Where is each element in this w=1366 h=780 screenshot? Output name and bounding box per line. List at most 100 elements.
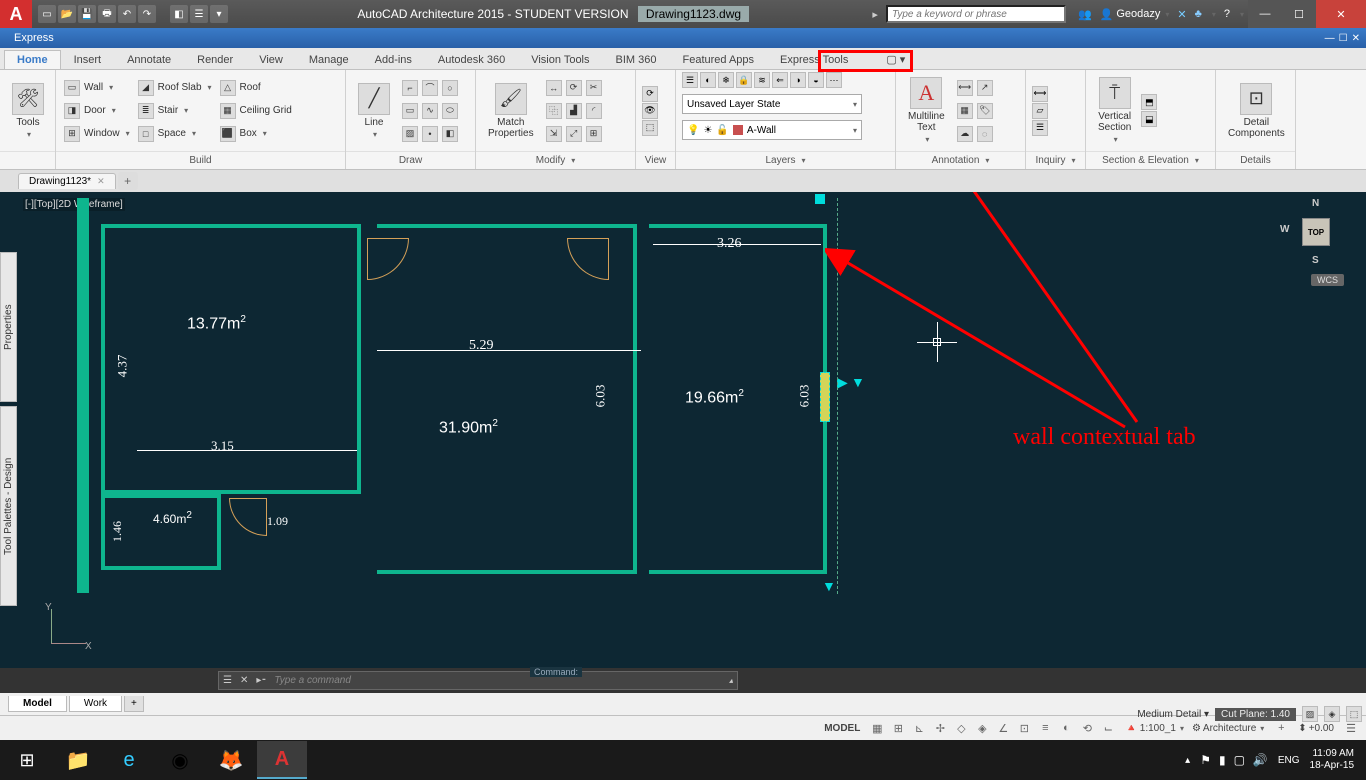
wipeout-icon[interactable]: ◌ [977, 126, 993, 142]
arc-icon[interactable]: ⌒ [422, 80, 438, 96]
circle-icon[interactable]: ○ [442, 80, 458, 96]
tab-featuredapps[interactable]: Featured Apps [669, 50, 767, 69]
visual-style[interactable]: ⚙Architecture▾ [1192, 723, 1264, 734]
panel-annotation-label[interactable]: Annotation▾ [896, 151, 1025, 169]
layer-lock-icon[interactable]: 🔒 [736, 72, 752, 88]
layer-key-icon[interactable]: ◈ [1324, 706, 1340, 722]
tab-home[interactable]: Home [4, 50, 61, 69]
close-button[interactable]: ✕ [1316, 0, 1366, 28]
area-icon[interactable]: ▱ [1032, 103, 1048, 119]
ribbon-collapse-button[interactable]: ▢ ▾ [873, 49, 918, 69]
doc-restore-icon[interactable]: ☐ [1339, 33, 1348, 44]
box-button[interactable]: ⬛Box▾ [218, 123, 294, 145]
leader-icon[interactable]: ↗ [977, 80, 993, 96]
panel-draw-label[interactable]: Draw [346, 151, 475, 169]
tab-insert[interactable]: Insert [61, 50, 115, 69]
cmdline-expand-icon[interactable]: ☰ [223, 675, 232, 686]
layer-state-dropdown[interactable]: Unsaved Layer State▾ [682, 94, 862, 114]
infocenter-icon[interactable]: 👥 [1078, 8, 1092, 21]
panel-details-label[interactable]: Details [1216, 151, 1295, 169]
ucs-icon[interactable]: Y X [37, 608, 87, 658]
polyline-icon[interactable]: ⌐ [402, 80, 418, 96]
sign-in-button[interactable]: 👤Geodazy▾ [1100, 8, 1170, 21]
panel-view-label[interactable]: View [636, 151, 675, 169]
work-tab[interactable]: Work [69, 696, 122, 712]
refresh-icon[interactable]: ⟳ [642, 86, 658, 102]
copy-icon[interactable]: ⿻ [546, 103, 562, 119]
layer-iso-icon[interactable]: ◑ [790, 72, 806, 88]
stay-connected-icon[interactable]: ♣ [1195, 8, 1202, 20]
window-button[interactable]: ⊞Window▾ [62, 123, 132, 145]
save-icon[interactable]: 💾 [78, 5, 96, 23]
cmdline-recent-icon[interactable]: ▸⁃ [256, 675, 266, 686]
display-config-dropdown[interactable]: Medium Detail ▾ [1137, 709, 1209, 720]
tab-addins[interactable]: Add-ins [362, 50, 425, 69]
layer-freeze-icon[interactable]: ❄ [718, 72, 734, 88]
ceilinggrid-button[interactable]: ▦Ceiling Grid [218, 100, 294, 122]
layer-uniso-icon[interactable]: ◒ [808, 72, 824, 88]
wcs-label[interactable]: WCS [1311, 274, 1344, 286]
drawing-canvas[interactable]: [-][Top][2D Wireframe] N S W TOP WCS 13.… [17, 192, 1366, 668]
autocad-taskbar-icon[interactable]: A [257, 741, 307, 779]
qat-dropdown-icon[interactable]: ▾ [210, 5, 228, 23]
transparency-icon[interactable]: ◐ [1057, 719, 1075, 737]
scale-icon[interactable]: ⤢ [566, 126, 582, 142]
model-space-button[interactable]: MODEL [824, 723, 860, 734]
fillet-icon[interactable]: ◜ [586, 103, 602, 119]
selected-wall[interactable] [820, 372, 830, 422]
add-layout-button[interactable]: + [124, 696, 144, 712]
panel-modify-label[interactable]: Modify▾ [476, 151, 635, 169]
cmdline-dropdown-icon[interactable]: ▴ [729, 676, 733, 685]
viewcube-w[interactable]: W [1280, 224, 1289, 235]
spline-icon[interactable]: ∿ [422, 103, 438, 119]
osnap-icon[interactable]: ◇ [952, 719, 970, 737]
snap-icon[interactable]: ⊞ [889, 719, 907, 737]
chrome-icon[interactable]: ◉ [155, 741, 205, 779]
doc-close-icon[interactable]: ✕ [1352, 33, 1360, 44]
tab-visiontools[interactable]: Vision Tools [518, 50, 602, 69]
viewcube-n[interactable]: N [1312, 198, 1319, 209]
rotate-icon[interactable]: ⟳ [566, 80, 582, 96]
mirror-icon[interactable]: ▟ [566, 103, 582, 119]
open-icon[interactable]: 📂 [58, 5, 76, 23]
distance-icon[interactable]: ⟷ [1032, 86, 1048, 102]
tab-manage[interactable]: Manage [296, 50, 362, 69]
maximize-button[interactable]: ☐ [1282, 0, 1316, 28]
stair-button[interactable]: ≣Stair▾ [136, 100, 214, 122]
exchange-icon[interactable]: ✕ [1177, 8, 1186, 21]
layer-off-icon[interactable]: ◐ [700, 72, 716, 88]
properties-palette-tab[interactable]: Properties [0, 252, 17, 402]
grip-arrow-icon[interactable]: ▼ [851, 374, 865, 390]
viewport-label[interactable]: [-][Top][2D Wireframe] [23, 198, 125, 211]
ortho-icon[interactable]: ⊾ [910, 719, 928, 737]
tab-bim360[interactable]: BIM 360 [603, 50, 670, 69]
express-label[interactable]: Express [0, 30, 68, 46]
tray-expand-icon[interactable]: ▴ [1185, 755, 1190, 766]
tab-view[interactable]: View [246, 50, 296, 69]
mtext-button[interactable]: AMultiline Text▾ [902, 75, 951, 146]
stretch-icon[interactable]: ⇲ [546, 126, 562, 142]
print-icon[interactable]: 🖶 [98, 5, 116, 23]
lineweight-icon[interactable]: ≡ [1036, 719, 1054, 737]
array-icon[interactable]: ⊞ [586, 126, 602, 142]
wall-grip[interactable] [815, 194, 825, 204]
vsection-button[interactable]: ⍑Vertical Section▾ [1092, 75, 1137, 146]
battery-icon[interactable]: ▢ [1234, 753, 1245, 767]
tab-annotate[interactable]: Annotate [114, 50, 184, 69]
new-doc-tab-button[interactable]: + [118, 172, 138, 190]
cmdline-close-icon[interactable]: ✕ [240, 675, 248, 686]
ucs-icon-sb[interactable]: ⌙ [1099, 719, 1117, 737]
otrack-icon[interactable]: ∠ [994, 719, 1012, 737]
language-indicator[interactable]: ENG [1278, 755, 1300, 766]
clock[interactable]: 11:09 AM 18-Apr-15 [1310, 748, 1354, 772]
panel-build-label[interactable]: Build [56, 151, 345, 169]
panel-layers-label[interactable]: Layers▾ [676, 151, 895, 169]
ie-icon[interactable]: e [104, 741, 154, 779]
tab-render[interactable]: Render [184, 50, 246, 69]
dynamic-input-icon[interactable]: ⊡ [1015, 719, 1033, 737]
help-icon[interactable]: ? [1224, 8, 1230, 20]
list-icon[interactable]: ☰ [1032, 120, 1048, 136]
revcloud-icon[interactable]: ☁ [957, 126, 973, 142]
elevation-icon[interactable]: ⬒ [1141, 94, 1157, 110]
unit-icon[interactable]: ⬚ [1346, 706, 1362, 722]
